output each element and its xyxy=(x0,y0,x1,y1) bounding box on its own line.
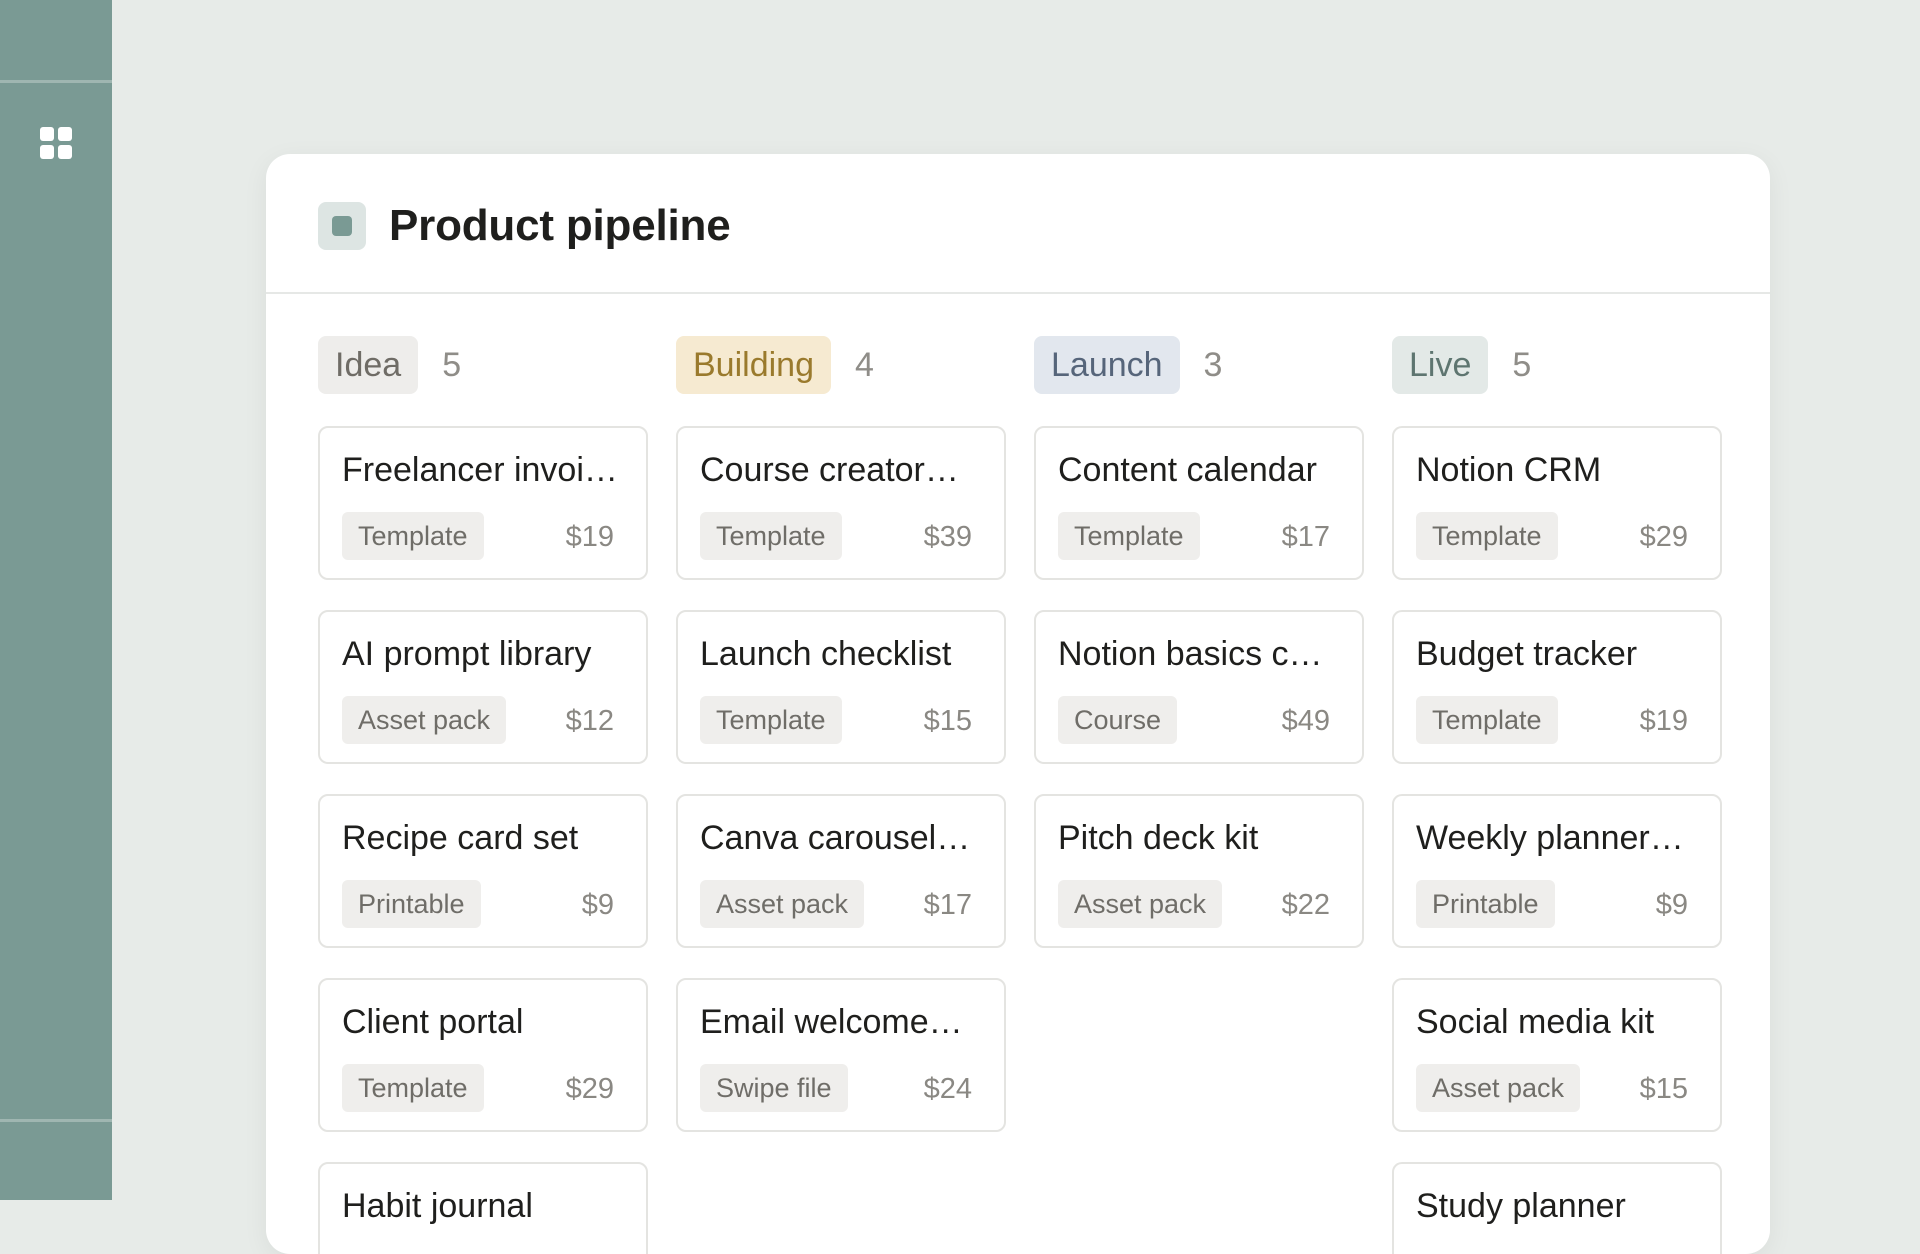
card-price: $9 xyxy=(581,889,614,921)
product-type-tag: Printable xyxy=(1416,880,1555,928)
card-price: $29 xyxy=(1639,521,1688,553)
card-price: $9 xyxy=(1655,889,1688,921)
sidebar xyxy=(0,0,112,1200)
board-panel: Product pipeline Idea 5 Freelancer invoi… T… xyxy=(266,154,1770,1254)
card-price: $12 xyxy=(565,705,614,737)
card-title: Pitch deck kit xyxy=(1058,819,1259,857)
product-type-tag: Template xyxy=(1058,512,1200,560)
board-card[interactable]: Pitch deck kit Asset pack $22 xyxy=(1034,794,1364,948)
card-title: Client portal xyxy=(342,1003,524,1041)
column-header: Building 4 xyxy=(676,336,1006,394)
column-header: Live 5 xyxy=(1392,336,1722,394)
board-card[interactable]: Notion basics c… Course $49 xyxy=(1034,610,1364,764)
product-type-tag: Printable xyxy=(342,880,481,928)
column-count: 5 xyxy=(442,346,462,384)
card-price: $29 xyxy=(565,1073,614,1105)
product-type-tag: Template xyxy=(1416,512,1558,560)
product-type-tag: Template xyxy=(700,512,842,560)
board-column-idea: Idea 5 Freelancer invoi… Template $19 AI prom… xyxy=(318,336,648,1254)
card-title: Content calendar xyxy=(1058,451,1317,489)
sidebar-divider xyxy=(0,1119,112,1122)
product-type-tag: Asset pack xyxy=(342,696,507,744)
status-badge[interactable]: Building xyxy=(676,336,831,394)
card-price: $22 xyxy=(1281,889,1330,921)
card-title: Freelancer invoi… xyxy=(342,451,618,489)
card-price: $17 xyxy=(1281,521,1330,553)
board-card[interactable]: Email welcome… Swipe file $24 xyxy=(676,978,1006,1132)
card-title: Budget tracker xyxy=(1416,635,1638,673)
card-price: $49 xyxy=(1281,705,1330,737)
board-card[interactable]: Recipe card set Printable $9 xyxy=(318,794,648,948)
card-price: $15 xyxy=(923,705,972,737)
status-badge[interactable]: Live xyxy=(1392,336,1489,394)
column-count: 5 xyxy=(1512,346,1532,384)
card-title: Weekly planner… xyxy=(1416,819,1684,857)
board-card[interactable]: Study planner xyxy=(1392,1162,1722,1254)
database-icon xyxy=(318,202,366,250)
board-card[interactable]: Weekly planner… Printable $9 xyxy=(1392,794,1722,948)
board-card[interactable]: Freelancer invoi… Template $19 xyxy=(318,426,648,580)
page-title: Product pipeline xyxy=(389,201,731,250)
column-count: 3 xyxy=(1203,346,1223,384)
status-badge[interactable]: Idea xyxy=(318,336,419,394)
product-type-tag: Template xyxy=(700,696,842,744)
status-badge[interactable]: Launch xyxy=(1034,336,1180,394)
product-type-tag: Asset pack xyxy=(1416,1064,1581,1112)
product-type-tag: Asset pack xyxy=(1058,880,1223,928)
card-title: Notion basics c… xyxy=(1058,635,1323,673)
card-title: AI prompt library xyxy=(342,635,592,673)
board-card[interactable]: Canva carousel… Asset pack $17 xyxy=(676,794,1006,948)
grid-icon[interactable] xyxy=(40,127,72,159)
product-type-tag: Template xyxy=(342,1064,484,1112)
product-type-tag: Course xyxy=(1058,696,1178,744)
board-column-launch: Launch 3 Content calendar Template $17 Notion… xyxy=(1034,336,1364,948)
card-title: Course creator… xyxy=(700,451,959,489)
card-price: $39 xyxy=(923,521,972,553)
card-title: Study planner xyxy=(1416,1187,1626,1225)
card-title: Notion CRM xyxy=(1416,451,1602,489)
card-price: $19 xyxy=(1639,705,1688,737)
card-title: Habit journal xyxy=(342,1187,533,1225)
board-column-building: Building 4 Course creator… Template $39 Launc… xyxy=(676,336,1006,1132)
board-card[interactable]: Launch checklist Template $15 xyxy=(676,610,1006,764)
product-type-tag: Template xyxy=(342,512,484,560)
card-price: $19 xyxy=(565,521,614,553)
card-title: Social media kit xyxy=(1416,1003,1655,1041)
board-header: Product pipeline xyxy=(266,154,1770,294)
product-type-tag: Template xyxy=(1416,696,1558,744)
card-title: Recipe card set xyxy=(342,819,579,857)
board-card[interactable]: Client portal Template $29 xyxy=(318,978,648,1132)
board-card[interactable]: Course creator… Template $39 xyxy=(676,426,1006,580)
board-card[interactable]: Content calendar Template $17 xyxy=(1034,426,1364,580)
sidebar-divider xyxy=(0,80,112,83)
card-price: $15 xyxy=(1639,1073,1688,1105)
card-title: Canva carousel… xyxy=(700,819,971,857)
column-header: Idea 5 xyxy=(318,336,648,394)
board-card[interactable]: Notion CRM Template $29 xyxy=(1392,426,1722,580)
card-price: $17 xyxy=(923,889,972,921)
board-card[interactable]: Social media kit Asset pack $15 xyxy=(1392,978,1722,1132)
product-type-tag: Asset pack xyxy=(700,880,865,928)
board-card[interactable]: AI prompt library Asset pack $12 xyxy=(318,610,648,764)
column-header: Launch 3 xyxy=(1034,336,1364,394)
board-card[interactable]: Budget tracker Template $19 xyxy=(1392,610,1722,764)
board-column-live: Live 5 Notion CRM Template $29 Budget tracker… xyxy=(1392,336,1722,1254)
card-title: Email welcome… xyxy=(700,1003,963,1041)
column-count: 4 xyxy=(854,346,874,384)
card-title: Launch checklist xyxy=(700,635,952,673)
card-price: $24 xyxy=(923,1073,972,1105)
board-card[interactable]: Habit journal xyxy=(318,1162,648,1254)
product-type-tag: Swipe file xyxy=(700,1064,848,1112)
